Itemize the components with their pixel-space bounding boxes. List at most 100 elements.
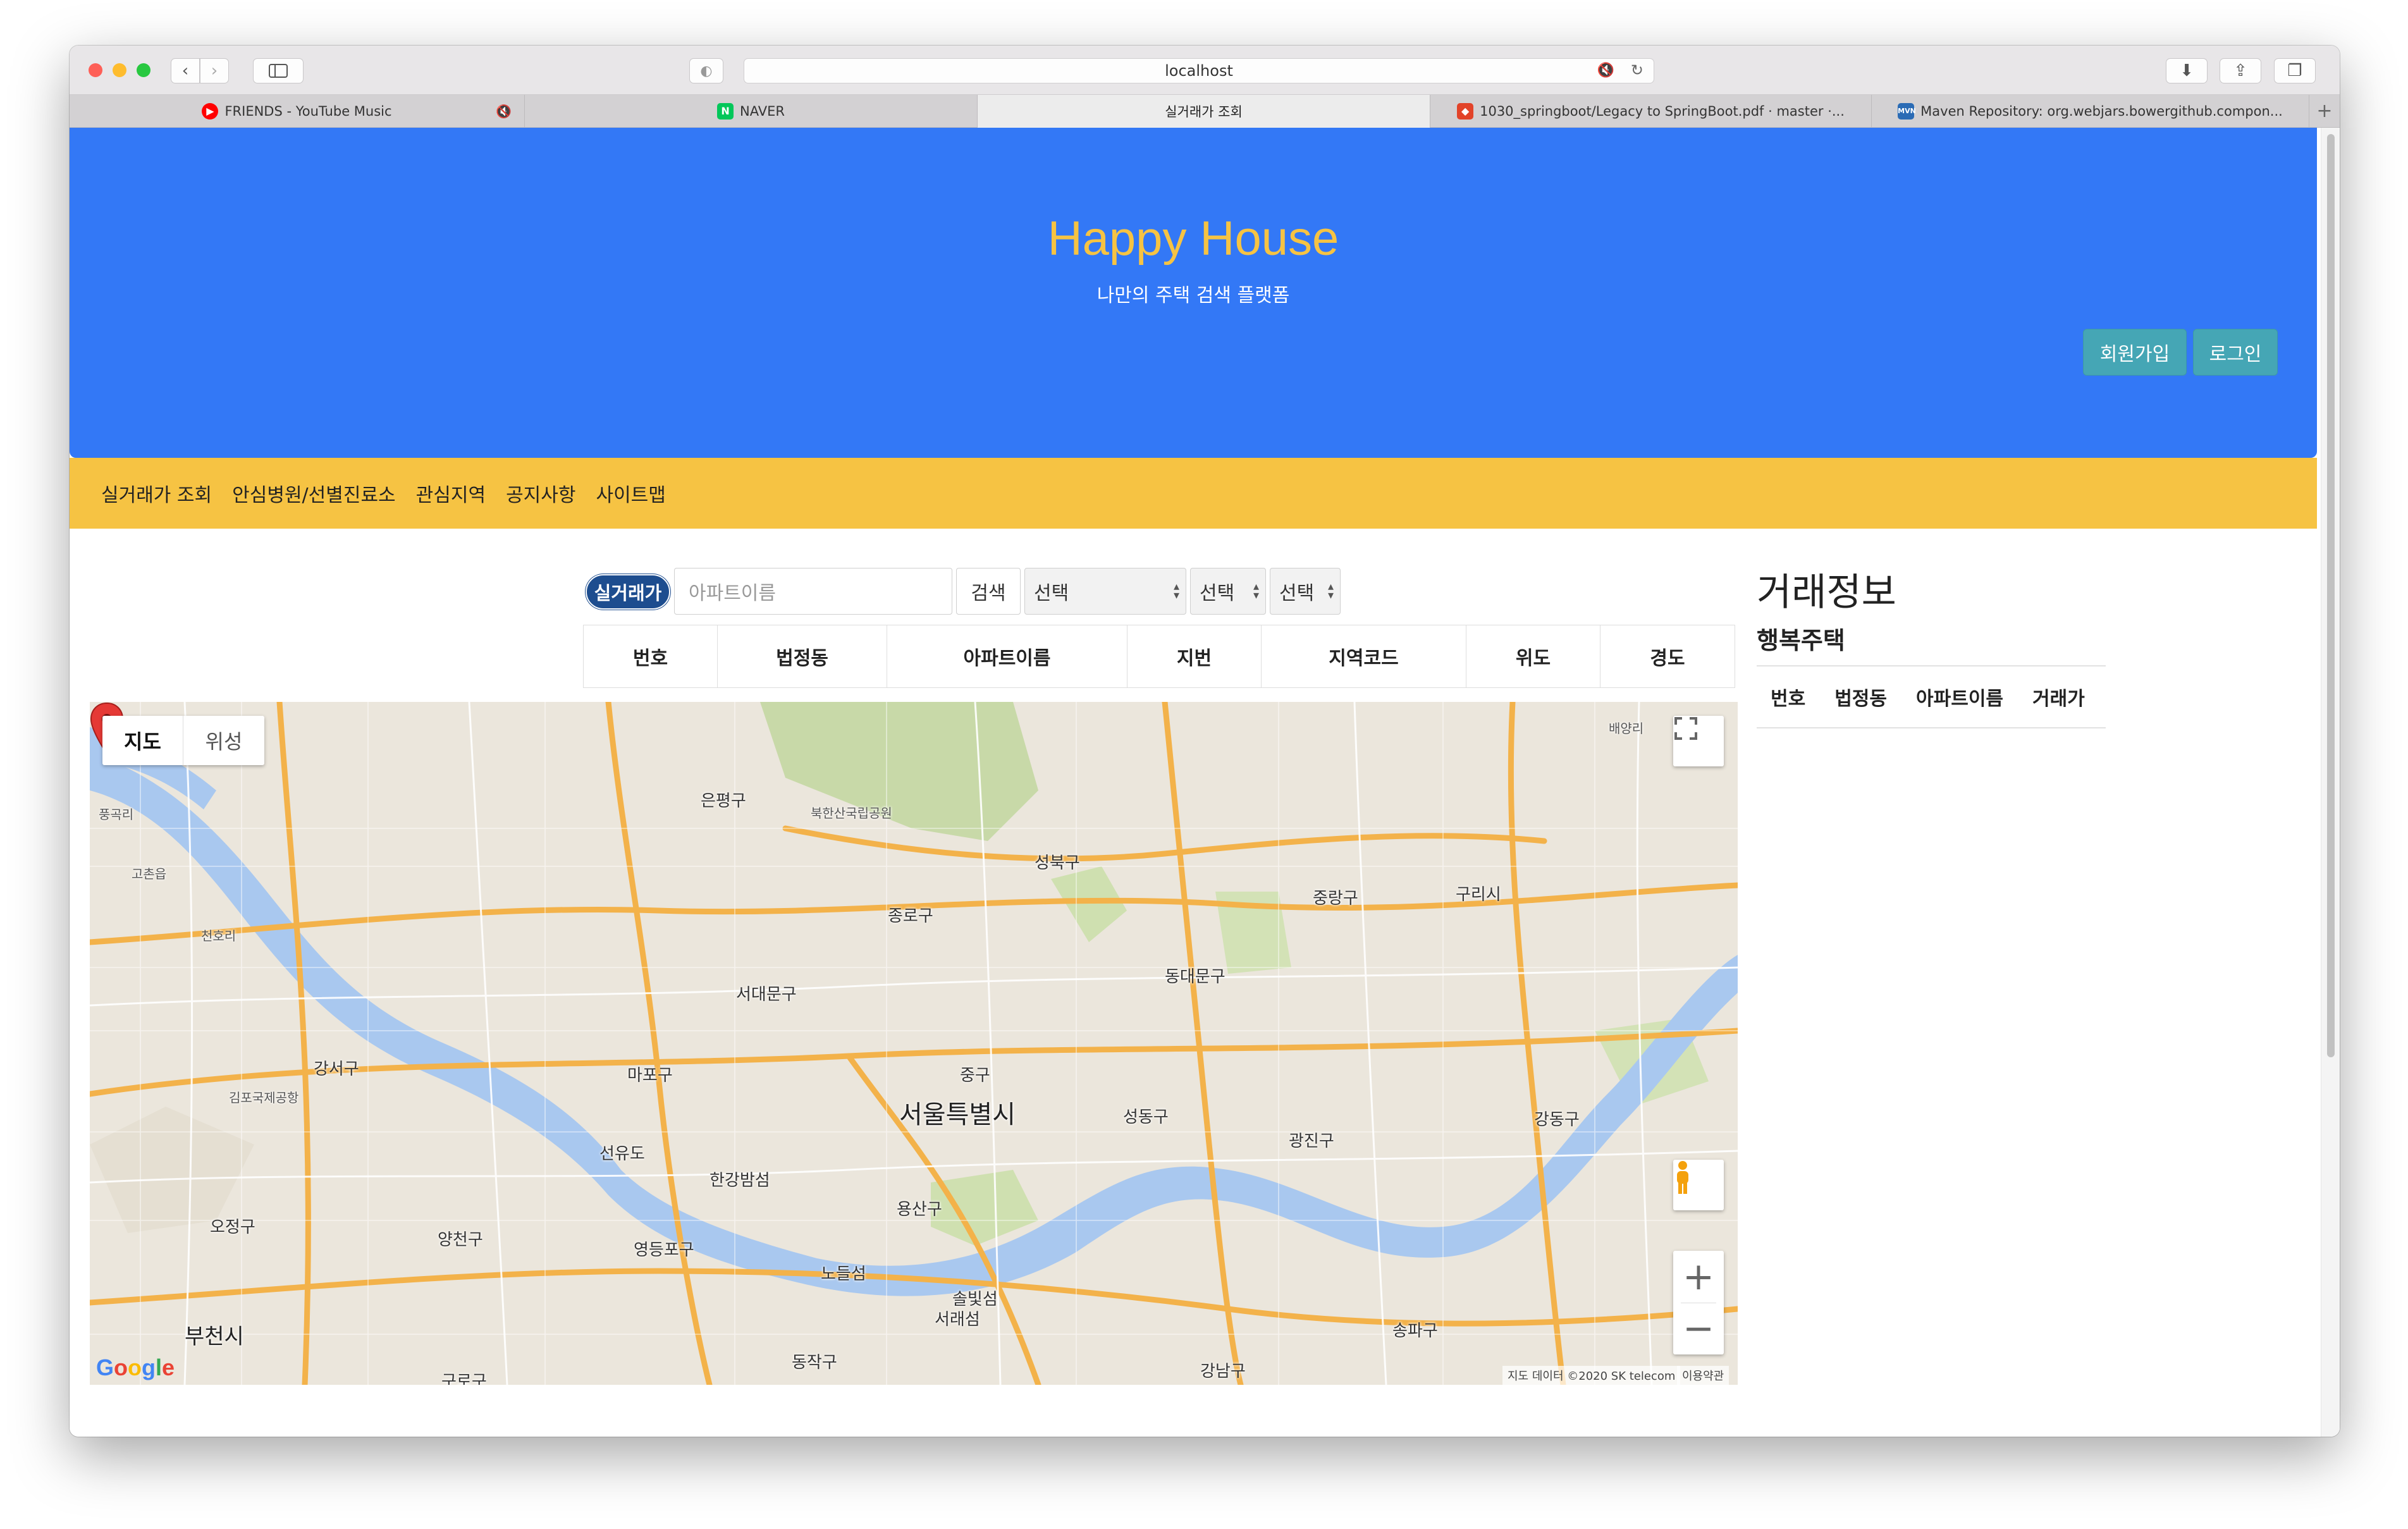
tab-gitlab[interactable]: ◆ 1030_springboot/Legacy to SpringBoot.p…	[1430, 95, 1872, 128]
pegman-icon	[1677, 1161, 1688, 1194]
map-label-gwangjin: 광진구	[1289, 1132, 1334, 1151]
share-icon: ⇪	[2233, 61, 2247, 80]
column-header[interactable]: 아파트이름	[887, 625, 1127, 687]
search-button[interactable]: 검색	[956, 568, 1021, 615]
back-button[interactable]: ‹	[171, 58, 200, 83]
sidebar-icon	[269, 64, 288, 78]
downloads-button[interactable]: ⬇	[2166, 58, 2208, 83]
new-tab-button[interactable]: +	[2309, 95, 2340, 127]
hero-banner: Happy House 나만의 주택 검색 플랫폼 회원가입 로그인	[70, 128, 2317, 458]
map-label-gangnam: 강남구	[1200, 1362, 1246, 1381]
column-header[interactable]: 법정동	[1834, 683, 1887, 711]
map-attribution: 지도 데이터 ©2020 SK telecom	[1502, 1366, 1681, 1385]
scrollbar-thumb[interactable]	[2327, 134, 2335, 1057]
gugun-select[interactable]: 선택 ▴ ▾	[1190, 568, 1266, 615]
forward-button[interactable]: ›	[200, 58, 229, 83]
map-label-dongjak: 동작구	[792, 1353, 837, 1372]
privacy-shield-button[interactable]: ◐	[689, 58, 723, 83]
tab-realestate[interactable]: 실거래가 조회	[978, 95, 1430, 128]
column-header[interactable]: 위도	[1466, 625, 1600, 687]
column-header[interactable]: 번호	[584, 625, 718, 687]
map-label-yangcheon: 양천구	[438, 1231, 483, 1250]
tab-strip: ▶ FRIENDS - YouTube Music 🔇 N NAVER 실거래가…	[70, 95, 2340, 128]
sido-select[interactable]: 선택 ▴ ▾	[1024, 568, 1186, 615]
map-label-cheonho: 천호리	[201, 928, 236, 943]
login-button[interactable]: 로그인	[2193, 329, 2278, 376]
nav-item-interest[interactable]: 관심지역	[416, 479, 486, 507]
fullscreen-button[interactable]	[1673, 716, 1724, 766]
nav-item-notice[interactable]: 공지사항	[506, 479, 575, 507]
updown-arrow-icon: ▴ ▾	[1253, 580, 1259, 602]
zoom-in-button[interactable]: +	[1673, 1251, 1724, 1303]
updown-arrow-icon: ▴ ▾	[1327, 580, 1334, 602]
google-map[interactable]: 서울특별시 강서구 김포국제공항 마포구 은평구 북한산국립공원 성북구 종로구…	[90, 702, 1738, 1385]
map-label-baeyang: 배양리	[1609, 721, 1644, 736]
tab-maven[interactable]: MVN Maven Repository: org.webjars.bowerg…	[1872, 95, 2309, 128]
tab-title: FRIENDS - YouTube Music	[224, 104, 392, 119]
site-title: Happy House	[1047, 212, 1339, 266]
chevron-right-icon: ›	[211, 61, 218, 80]
map-label-seoul: 서울특별시	[899, 1100, 1016, 1129]
page-content: Happy House 나만의 주택 검색 플랫폼 회원가입 로그인 실거래가 …	[70, 128, 2340, 1437]
site-subtitle: 나만의 주택 검색 플랫폼	[1096, 285, 1290, 307]
nav-item-hospital[interactable]: 안심병원/선별진료소	[232, 479, 396, 507]
dong-select[interactable]: 선택 ▴ ▾	[1270, 568, 1341, 615]
column-header[interactable]: 번호	[1771, 683, 1805, 711]
map-label-hangang-bridge: 한강밤섬	[710, 1171, 770, 1190]
map-label-bukhansan: 북한산국립공원	[811, 806, 892, 821]
map-label-seonyudo: 선유도	[599, 1145, 645, 1164]
deal-info-subtitle: 행복주택	[1757, 627, 1845, 654]
plus-icon: +	[1682, 1254, 1715, 1299]
zoom-out-button[interactable]: −	[1673, 1303, 1724, 1355]
minimize-window-button[interactable]	[113, 63, 126, 77]
map-label-guro: 구로구	[441, 1372, 487, 1385]
google-logo: Google	[96, 1354, 175, 1380]
address-bar[interactable]: localhost 🔇 ↻	[744, 58, 1654, 83]
zoom-control: + −	[1673, 1251, 1724, 1354]
column-header[interactable]: 지역코드	[1262, 625, 1466, 687]
speaker-mute-icon[interactable]: 🔇	[496, 104, 512, 119]
column-header[interactable]: 지번	[1127, 625, 1262, 687]
street-view-pegman-button[interactable]	[1673, 1160, 1724, 1210]
column-header[interactable]: 아파트이름	[1916, 683, 2003, 711]
apartment-name-input[interactable]: 아파트이름	[674, 568, 952, 615]
column-header[interactable]: 거래가	[2032, 683, 2085, 711]
map-type-control: 지도 위성	[102, 716, 264, 765]
updown-arrow-icon: ▴ ▾	[1173, 580, 1179, 602]
map-label-gochon: 고촌읍	[132, 866, 167, 881]
map-label-gangseo: 강서구	[314, 1060, 359, 1079]
reload-icon[interactable]: ↻	[1631, 61, 1643, 79]
nav-item-realestate[interactable]: 실거래가 조회	[101, 479, 212, 507]
map-label-gangdong: 강동구	[1534, 1110, 1580, 1129]
sidebar-toggle-button[interactable]	[253, 58, 304, 83]
deal-badge[interactable]: 실거래가	[586, 574, 670, 610]
map-label-punggok: 풍곡리	[99, 807, 134, 822]
close-window-button[interactable]	[89, 63, 102, 77]
map-label-dongdaemun: 동대문구	[1165, 967, 1226, 986]
signup-button[interactable]: 회원가입	[2083, 329, 2187, 376]
page-scrollbar[interactable]	[2321, 128, 2340, 1437]
column-header[interactable]: 법정동	[718, 625, 887, 687]
column-header[interactable]: 경도	[1600, 625, 1735, 687]
nav-item-sitemap[interactable]: 사이트맵	[596, 479, 665, 507]
youtube-music-icon: ▶	[202, 103, 219, 120]
download-icon: ⬇	[2180, 61, 2194, 80]
main-nav: 실거래가 조회 안심병원/선별진료소 관심지역 공지사항 사이트맵	[70, 458, 2317, 529]
minus-icon: −	[1682, 1306, 1715, 1351]
map-label-bucheon: 부천시	[185, 1324, 244, 1349]
tab-youtube-music[interactable]: ▶ FRIENDS - YouTube Music 🔇	[70, 95, 525, 128]
map-type-satellite-button[interactable]: 위성	[183, 716, 264, 765]
tab-naver[interactable]: N NAVER	[525, 95, 978, 128]
map-type-roadmap-button[interactable]: 지도	[102, 716, 183, 765]
map-label-songpa: 송파구	[1392, 1322, 1438, 1341]
fullscreen-icon	[1674, 717, 1697, 740]
tab-overview-button[interactable]: ❐	[2274, 58, 2316, 83]
address-text: localhost	[1165, 62, 1233, 80]
chevron-left-icon: ‹	[181, 61, 189, 80]
zoom-window-button[interactable]	[137, 63, 150, 77]
speaker-mute-icon[interactable]: 🔇	[1597, 63, 1614, 78]
map-label-yeongdeungpo: 영등포구	[634, 1241, 694, 1260]
share-button[interactable]: ⇪	[2220, 58, 2261, 83]
map-terms-link[interactable]: 이용약관	[1677, 1366, 1729, 1385]
map-label-seorae: 서래섬	[935, 1310, 980, 1329]
